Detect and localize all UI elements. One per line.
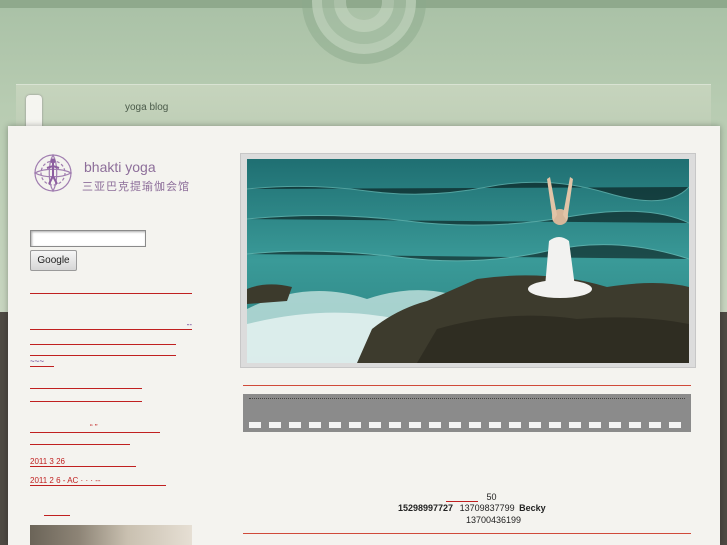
sidebar-link[interactable]: 2011 2 6 - AC · · · -- — [30, 476, 166, 486]
contact-phone-1: 15298997727 — [398, 503, 454, 513]
nav-home-tab[interactable] — [26, 95, 42, 127]
sidebar-link[interactable] — [30, 335, 176, 345]
sidebar-link[interactable] — [44, 506, 70, 516]
search-input[interactable] — [30, 230, 146, 247]
hero-photo-yoga-on-rocks — [247, 159, 689, 363]
nav-link-yoga-blog[interactable]: yoga blog — [125, 102, 168, 113]
sidebar-link[interactable]: 2011 3 26 — [30, 457, 136, 467]
sidebar-link[interactable] — [30, 379, 142, 389]
filmstrip-dotted-line — [249, 398, 685, 400]
contact-line-1-value: 50 — [486, 492, 497, 502]
logo-title-en: bhakti yoga — [84, 159, 156, 175]
sidebar-link[interactable]: “ ” — [30, 423, 160, 433]
content-divider-bottom — [243, 533, 691, 534]
nav-bar: yoga blog — [16, 84, 711, 127]
contact-line-2: 15298997727 13709837799 Becky — [398, 503, 546, 513]
sidebar-link[interactable]: -- — [30, 320, 192, 330]
contact-phone-2: 13709837799 — [459, 503, 515, 513]
contact-link[interactable] — [446, 494, 478, 502]
filmstrip-banner — [243, 394, 691, 432]
sidebar-link[interactable] — [30, 284, 192, 294]
sidebar-link[interactable] — [30, 392, 142, 402]
logo-title-cn: 三亚巴克提瑜伽会馆 — [82, 181, 190, 193]
filmstrip-perforations — [249, 422, 685, 428]
sidebar-thumbnail-image[interactable] — [30, 525, 192, 545]
contact-name: Becky — [519, 503, 546, 513]
header-swirl-ornament — [302, 0, 426, 64]
contact-line-1: 50 — [446, 492, 497, 502]
hero-photo-frame — [240, 153, 696, 368]
sidebar-link[interactable] — [30, 435, 130, 445]
lotus-yoga-icon — [33, 153, 73, 193]
content-divider — [243, 385, 691, 386]
sidebar-link[interactable]: ~~~ — [30, 357, 54, 367]
contact-phone-3: 13700436199 — [466, 515, 522, 525]
google-search-button[interactable]: Google — [30, 250, 77, 271]
sidebar-link[interactable] — [30, 346, 176, 356]
page-container: bhakti yoga 三亚巴克提瑜伽会馆 Google -- ~~~ “ ” … — [8, 126, 720, 545]
